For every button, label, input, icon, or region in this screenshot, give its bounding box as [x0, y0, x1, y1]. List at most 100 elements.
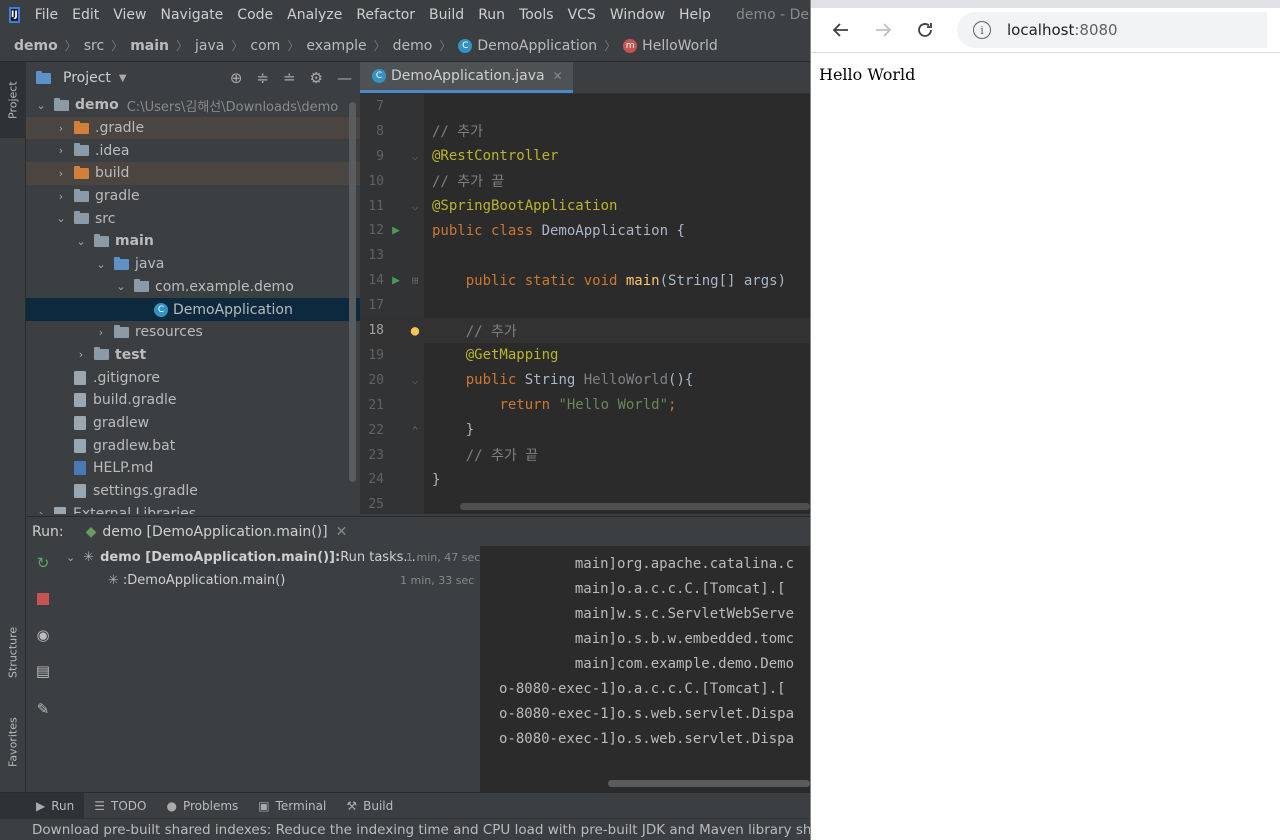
bottom-tab-run[interactable]: ▶ Run [0, 792, 85, 819]
run-console[interactable]: main] org.apache.catalina.c main] o.a.c.… [480, 546, 810, 792]
menu-run[interactable]: Run [471, 7, 512, 23]
close-icon[interactable]: ✕ [336, 524, 348, 540]
tree-item-demoapplication[interactable]: C DemoApplication [26, 298, 360, 321]
chevron-down-icon[interactable]: ▼ [119, 73, 127, 84]
tree-item-gradlew-bat[interactable]: gradlew.bat [26, 434, 360, 457]
crumb-java[interactable]: java [195, 38, 224, 54]
bottom-tool-bar: ▶ Run ☰ TODO ● Problems ▣ Terminal ⚒ Build [0, 792, 810, 819]
menu-window[interactable]: Window [603, 7, 672, 23]
pin-icon[interactable]: ✎ [34, 700, 52, 718]
tree-item-package[interactable]: ⌄ com.example.demo [26, 276, 360, 299]
menu-refactor[interactable]: Refactor [349, 7, 422, 23]
menu-help[interactable]: Help [672, 7, 718, 23]
chevron-down-icon[interactable]: ⌄ [114, 280, 128, 293]
code-line: 7 [376, 98, 384, 114]
chevron-right-icon[interactable]: › [54, 144, 68, 157]
project-scrollbar[interactable] [349, 102, 356, 482]
run-gutter-icon[interactable]: ▶ [384, 223, 408, 238]
tree-item-gradle[interactable]: › gradle [26, 185, 360, 208]
chevron-right-icon[interactable]: › [94, 326, 108, 339]
tree-item-build-gradle[interactable]: build.gradle [26, 389, 360, 412]
collapse-all-icon[interactable]: ≐ [283, 69, 296, 87]
gear-icon[interactable]: ⚙ [310, 69, 323, 87]
structure-tool-tab[interactable]: Structure [0, 610, 26, 694]
menu-view[interactable]: View [106, 7, 153, 23]
tree-item-test[interactable]: › test [26, 344, 360, 367]
editor-horizontal-scrollbar[interactable] [460, 503, 810, 510]
rerun-icon[interactable]: ↻ [34, 554, 52, 572]
project-tool-tab[interactable]: Project [0, 62, 26, 138]
code-line: 23 // 추가 끝 [368, 447, 539, 465]
back-button[interactable] [829, 18, 853, 42]
forward-button[interactable] [871, 18, 895, 42]
menu-vcs[interactable]: VCS [561, 7, 603, 23]
menu-file[interactable]: File [28, 7, 65, 23]
lightbulb-icon[interactable]: ● [408, 323, 422, 339]
project-view-selector[interactable]: Project [63, 70, 111, 86]
tree-item-src[interactable]: ⌄ src [26, 207, 360, 230]
expand-all-icon[interactable]: ≑ [256, 69, 269, 87]
menu-navigate[interactable]: Navigate [154, 7, 231, 23]
run-tree-item[interactable]: ✳ :DemoApplication.main() 1 min, 33 sec [108, 569, 480, 591]
bottom-tab-problems[interactable]: ● Problems [156, 793, 248, 819]
menu-code[interactable]: Code [230, 7, 280, 23]
tree-item-resources[interactable]: › resources [26, 321, 360, 344]
tree-item-external-libraries[interactable]: › External Libraries [26, 502, 360, 514]
list-icon: ☰ [94, 798, 106, 813]
chevron-right-icon[interactable]: › [34, 507, 48, 514]
chevron-right-icon[interactable]: › [74, 348, 88, 361]
locate-icon[interactable]: ⊕ [230, 69, 243, 87]
tree-item-help-md[interactable]: HELP.md [26, 457, 360, 480]
tree-item-gitignore[interactable]: .gitignore [26, 366, 360, 389]
tree-item-dot-gradle[interactable]: › .gradle [26, 116, 360, 140]
bottom-tab-todo[interactable]: ☰ TODO [84, 793, 156, 819]
chevron-right-icon[interactable]: › [54, 122, 68, 135]
tree-item-dot-idea[interactable]: › .idea [26, 139, 360, 162]
close-icon[interactable]: ✕ [553, 69, 563, 83]
favorites-tool-tab[interactable]: Favorites [0, 702, 26, 782]
crumb-src[interactable]: src [84, 38, 104, 54]
menu-edit[interactable]: Edit [65, 7, 106, 23]
address-bar[interactable]: i localhost:8080 [957, 12, 1267, 48]
menu-build[interactable]: Build [422, 7, 471, 23]
bottom-tab-build[interactable]: ⚒ Build [336, 793, 403, 819]
tab-demoapplication-java[interactable]: C DemoApplication.java ✕ [360, 62, 573, 93]
chevron-down-icon[interactable]: ⌄ [34, 99, 48, 112]
status-bar[interactable]: Download pre-built shared indexes: Reduc… [0, 818, 810, 840]
layout-icon[interactable]: ▤ [34, 662, 52, 680]
crumb-com[interactable]: com [250, 38, 280, 54]
crumb-main[interactable]: main [130, 38, 169, 54]
chevron-down-icon[interactable]: ⌄ [94, 258, 108, 271]
crumb-demoapplication[interactable]: DemoApplication [477, 38, 597, 54]
run-tree-item[interactable]: ⌄ ✳ demo [DemoApplication.main()]: Run t… [66, 546, 480, 568]
console-horizontal-scrollbar[interactable] [608, 780, 810, 787]
bottom-tab-terminal[interactable]: ▣ Terminal [248, 793, 336, 819]
stop-icon[interactable] [34, 590, 52, 608]
crumb-helloworld[interactable]: HelloWorld [642, 38, 718, 54]
tree-item-build[interactable]: › build [26, 162, 360, 185]
chevron-down-icon[interactable]: ⌄ [66, 551, 75, 564]
run-config-tab[interactable]: ◆ demo [DemoApplication.main()] ✕ [86, 524, 348, 540]
menu-tools[interactable]: Tools [512, 7, 561, 23]
tree-item-demo[interactable]: ⌄ demo C:\Users\김해선\Downloads\demo [26, 94, 360, 117]
hide-icon[interactable]: — [337, 69, 352, 87]
menu-analyze[interactable]: Analyze [280, 7, 349, 23]
chevron-right-icon[interactable]: › [54, 167, 68, 180]
run-gutter-icon[interactable]: ▶ [384, 273, 408, 288]
url-host: localhost [1007, 21, 1075, 39]
eye-icon[interactable]: ◉ [34, 626, 52, 644]
code-editor[interactable]: C DemoApplication.java ✕ 7 8// 추가 9 ⌵ @Res… [360, 62, 810, 514]
tree-item-gradlew[interactable]: gradlew [26, 412, 360, 435]
crumb-demo-package[interactable]: demo [393, 38, 433, 54]
reload-button[interactable] [913, 18, 937, 42]
tree-item-main[interactable]: ⌄ main [26, 230, 360, 253]
crumb-demo[interactable]: demo [14, 38, 58, 54]
editor-tabs: C DemoApplication.java ✕ [360, 62, 810, 94]
tree-item-java[interactable]: ⌄ java [26, 253, 360, 276]
crumb-example[interactable]: example [306, 38, 366, 54]
tree-item-settings-gradle[interactable]: settings.gradle [26, 480, 360, 503]
chevron-down-icon[interactable]: ⌄ [54, 212, 68, 225]
info-icon[interactable]: i [973, 21, 991, 39]
chevron-down-icon[interactable]: ⌄ [74, 235, 88, 248]
chevron-right-icon[interactable]: › [54, 190, 68, 203]
